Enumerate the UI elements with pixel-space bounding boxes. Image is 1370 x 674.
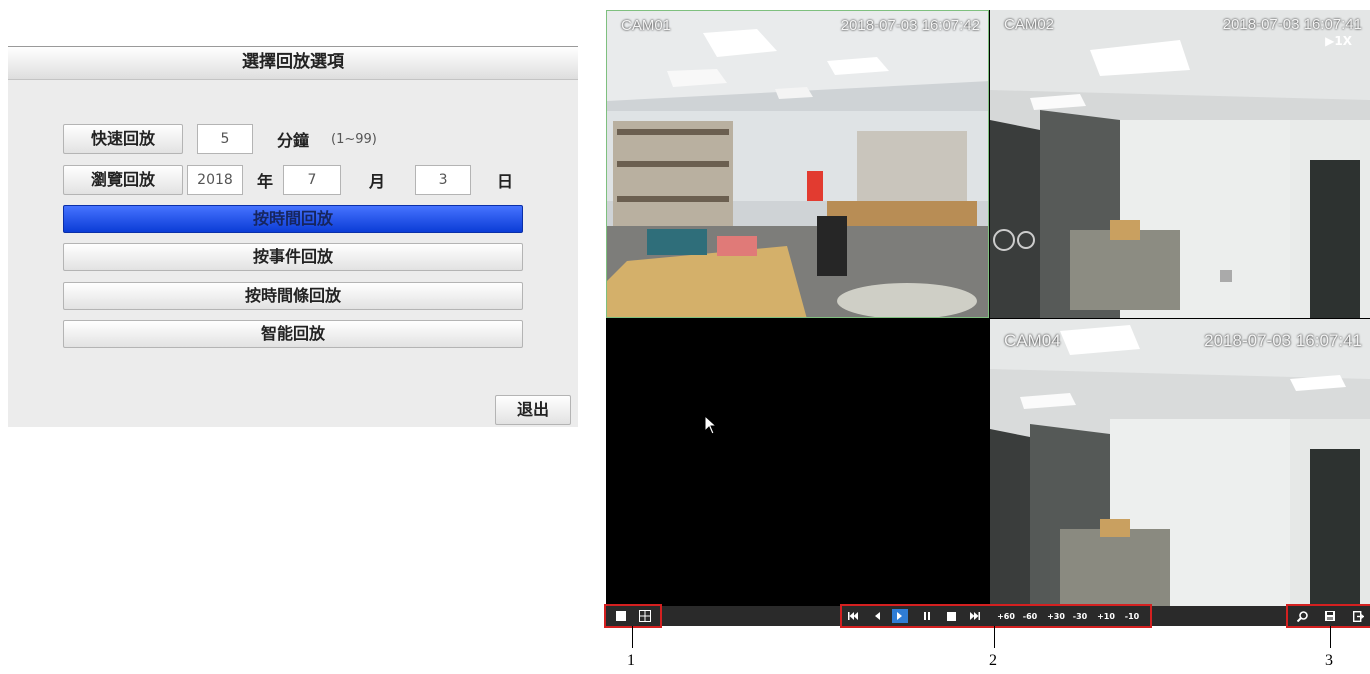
exit-button[interactable]: 退出 (495, 395, 571, 425)
minutes-unit-label: 分鐘 (277, 131, 310, 150)
camera-name: CAM02 (1004, 16, 1055, 33)
playback-speed-indicator: ▶1X (1325, 34, 1352, 48)
callout-line-3 (1330, 626, 1331, 648)
zoom-icon[interactable] (1294, 609, 1310, 623)
pause-icon[interactable] (920, 609, 934, 623)
stop-icon[interactable] (944, 609, 958, 623)
browse-playback-row: 瀏覽回放 2018 年 7 月 3 日 (63, 165, 513, 195)
layout-controls-highlight (604, 604, 662, 628)
camera-name: CAM04 (1004, 331, 1061, 350)
camera-2-video (990, 10, 1370, 318)
fast-rewind-icon[interactable] (846, 609, 860, 623)
single-view-icon[interactable] (614, 609, 628, 623)
fast-forward-icon[interactable] (968, 609, 982, 623)
camera-grid: CAM01 2018-07-03 16:07:42 CAM02 2018-07-… (606, 10, 1370, 606)
jump-forward-60-button[interactable]: +60 (996, 609, 1016, 623)
month-unit-label: 月 (369, 172, 386, 191)
quick-playback-row: 快速回放 5 分鐘 (1~99) (63, 124, 377, 154)
playback-by-timebar-button[interactable]: 按時間條回放 (63, 282, 523, 310)
playback-control-bar: +60 -60 +30 -30 +10 -10 (604, 604, 1370, 628)
jump-back-60-button[interactable]: -60 (1020, 609, 1040, 623)
browse-playback-button[interactable]: 瀏覽回放 (63, 165, 183, 195)
month-field[interactable]: 7 (283, 165, 342, 195)
jump-forward-10-button[interactable]: +10 (1096, 609, 1116, 623)
dialog-title: 選擇回放選項 (8, 47, 578, 80)
camera-timestamp: 2018-07-03 16:07:41 (1204, 331, 1362, 350)
callout-number-1: 1 (627, 652, 635, 669)
play-icon[interactable] (892, 609, 908, 623)
reverse-play-icon[interactable] (870, 609, 884, 623)
callout-line-1 (632, 626, 633, 648)
camera-1-video (607, 11, 988, 317)
playback-by-event-button[interactable]: 按事件回放 (63, 243, 523, 271)
camera-tile-2[interactable]: CAM02 2018-07-03 16:07:41 ▶1X (990, 10, 1370, 318)
callout-number-3: 3 (1325, 652, 1333, 669)
camera-timestamp: 2018-07-03 16:07:42 (840, 17, 980, 34)
day-unit-label: 日 (497, 172, 514, 191)
camera-tile-1[interactable]: CAM01 2018-07-03 16:07:42 (606, 10, 989, 318)
save-icon[interactable] (1322, 609, 1338, 623)
jump-back-30-button[interactable]: -30 (1070, 609, 1090, 623)
quick-playback-minutes-field[interactable]: 5 (197, 124, 253, 154)
jump-forward-30-button[interactable]: +30 (1046, 609, 1066, 623)
quad-view-icon[interactable] (638, 609, 652, 623)
year-field[interactable]: 2018 (187, 165, 243, 195)
mouse-cursor-icon (704, 415, 718, 435)
callout-number-2: 2 (989, 652, 997, 669)
camera-4-video (990, 319, 1370, 606)
playback-by-time-button[interactable]: 按時間回放 (63, 205, 523, 233)
jump-back-10-button[interactable]: -10 (1122, 609, 1142, 623)
playback-options-dialog: 選擇回放選項 快速回放 5 分鐘 (1~99) 瀏覽回放 2018 年 7 月 … (8, 46, 578, 427)
callout-line-2 (994, 626, 995, 648)
day-field[interactable]: 3 (415, 165, 472, 195)
exit-icon[interactable] (1350, 609, 1366, 623)
quick-playback-button[interactable]: 快速回放 (63, 124, 183, 154)
smart-playback-button[interactable]: 智能回放 (63, 320, 523, 348)
camera-timestamp: 2018-07-03 16:07:41 (1222, 16, 1362, 33)
camera-tile-4[interactable]: CAM04 2018-07-03 16:07:41 (990, 319, 1370, 606)
year-unit-label: 年 (257, 172, 274, 191)
camera-name: CAM01 (621, 17, 672, 34)
camera-tile-3-empty[interactable] (606, 319, 989, 606)
minutes-range-label: (1~99) (331, 131, 377, 147)
